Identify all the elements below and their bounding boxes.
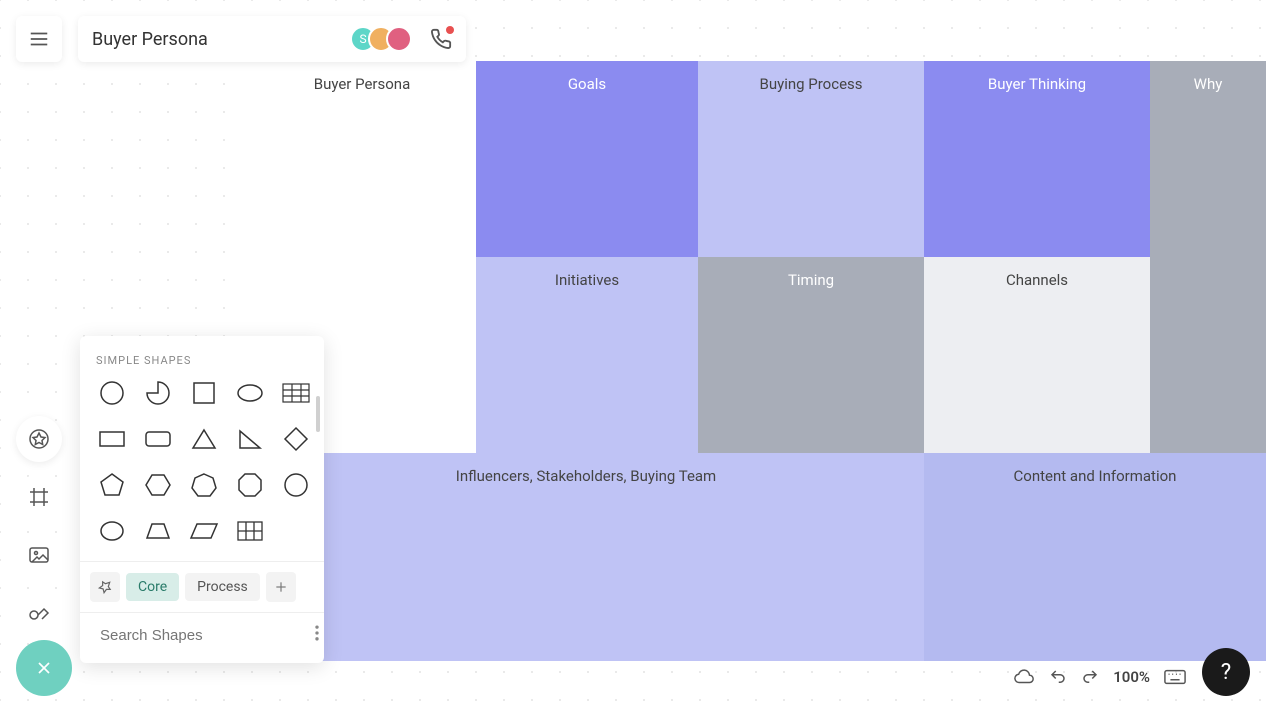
- canvas-cell[interactable]: Buyer Thinking: [924, 61, 1150, 257]
- cell-label: Timing: [788, 271, 834, 453]
- canvas-cell[interactable]: Buyer Persona: [248, 61, 476, 257]
- sync-status-icon[interactable]: [1013, 666, 1035, 688]
- notification-dot: [446, 26, 454, 34]
- canvas-cell[interactable]: Content and Information: [924, 453, 1266, 661]
- undo-button[interactable]: [1049, 668, 1067, 686]
- shape-square[interactable]: [188, 377, 220, 409]
- shape-octagon[interactable]: [234, 469, 266, 501]
- canvas-cell[interactable]: Goals: [476, 61, 698, 257]
- shape-grid[interactable]: [234, 515, 266, 547]
- canvas-cell[interactable]: [1150, 257, 1266, 453]
- canvas-cell[interactable]: Channels: [924, 257, 1150, 453]
- document-title-card: Buyer Persona S: [78, 16, 466, 62]
- shape-ellipse[interactable]: [234, 377, 266, 409]
- shape-empty: [280, 515, 312, 547]
- cell-label: Initiatives: [555, 271, 619, 453]
- hamburger-menu-button[interactable]: [16, 16, 62, 62]
- shape-trapezoid[interactable]: [142, 515, 174, 547]
- cell-label: Content and Information: [1014, 467, 1177, 661]
- keyboard-shortcuts-button[interactable]: [1164, 669, 1186, 685]
- tab-process[interactable]: Process: [185, 573, 260, 601]
- canvas[interactable]: Buyer Persona Goals Buying Process Buyer Th…: [248, 61, 1266, 661]
- shape-ring[interactable]: [96, 515, 128, 547]
- cell-label: Influencers, Stakeholders, Buying Team: [456, 467, 716, 661]
- cell-label: Channels: [1006, 271, 1068, 453]
- close-panel-button[interactable]: [16, 640, 72, 696]
- image-tool-button[interactable]: [16, 532, 62, 578]
- cell-label: Buyer Persona: [314, 75, 411, 257]
- shape-decagon[interactable]: [280, 469, 312, 501]
- shape-rounded-rect[interactable]: [142, 423, 174, 455]
- canvas-cell[interactable]: Timing: [698, 257, 924, 453]
- cell-label: Buyer Thinking: [988, 75, 1086, 257]
- shape-hexagon[interactable]: [142, 469, 174, 501]
- shape-table[interactable]: [280, 377, 312, 409]
- connector-tool-button[interactable]: [16, 590, 62, 636]
- cell-label: Why: [1194, 75, 1223, 257]
- frame-tool-button[interactable]: [16, 474, 62, 520]
- call-button[interactable]: [430, 28, 452, 50]
- cell-label: Buying Process: [759, 75, 862, 257]
- cell-label: Goals: [568, 75, 606, 257]
- zoom-level[interactable]: 100%: [1113, 668, 1150, 686]
- shape-right-triangle[interactable]: [234, 423, 266, 455]
- search-shapes-input[interactable]: [100, 627, 299, 644]
- collaborator-avatars[interactable]: S: [350, 26, 412, 52]
- shape-heptagon[interactable]: [188, 469, 220, 501]
- pin-button[interactable]: [90, 572, 120, 602]
- shape-diamond[interactable]: [280, 423, 312, 455]
- help-button[interactable]: ?: [1202, 648, 1250, 696]
- shapes-panel: SIMPLE SHAPES Core Process: [80, 336, 324, 663]
- add-tab-button[interactable]: [266, 572, 296, 602]
- more-options-button[interactable]: [307, 623, 327, 647]
- redo-button[interactable]: [1081, 668, 1099, 686]
- scrollbar[interactable]: [316, 396, 320, 432]
- shape-arc[interactable]: [142, 377, 174, 409]
- canvas-cell[interactable]: Influencers, Stakeholders, Buying Team: [248, 453, 924, 661]
- document-title[interactable]: Buyer Persona: [92, 29, 340, 50]
- avatar[interactable]: [386, 26, 412, 52]
- tab-core[interactable]: Core: [126, 573, 179, 601]
- canvas-cell[interactable]: Buying Process: [698, 61, 924, 257]
- shape-circle[interactable]: [96, 377, 128, 409]
- canvas-cell[interactable]: Initiatives: [476, 257, 698, 453]
- shapes-tool-button[interactable]: [16, 416, 62, 462]
- shapes-panel-heading: SIMPLE SHAPES: [80, 336, 324, 377]
- shape-rectangle[interactable]: [96, 423, 128, 455]
- shape-pentagon[interactable]: [96, 469, 128, 501]
- canvas-cell[interactable]: Why: [1150, 61, 1266, 257]
- shape-parallelogram[interactable]: [188, 515, 220, 547]
- shape-triangle[interactable]: [188, 423, 220, 455]
